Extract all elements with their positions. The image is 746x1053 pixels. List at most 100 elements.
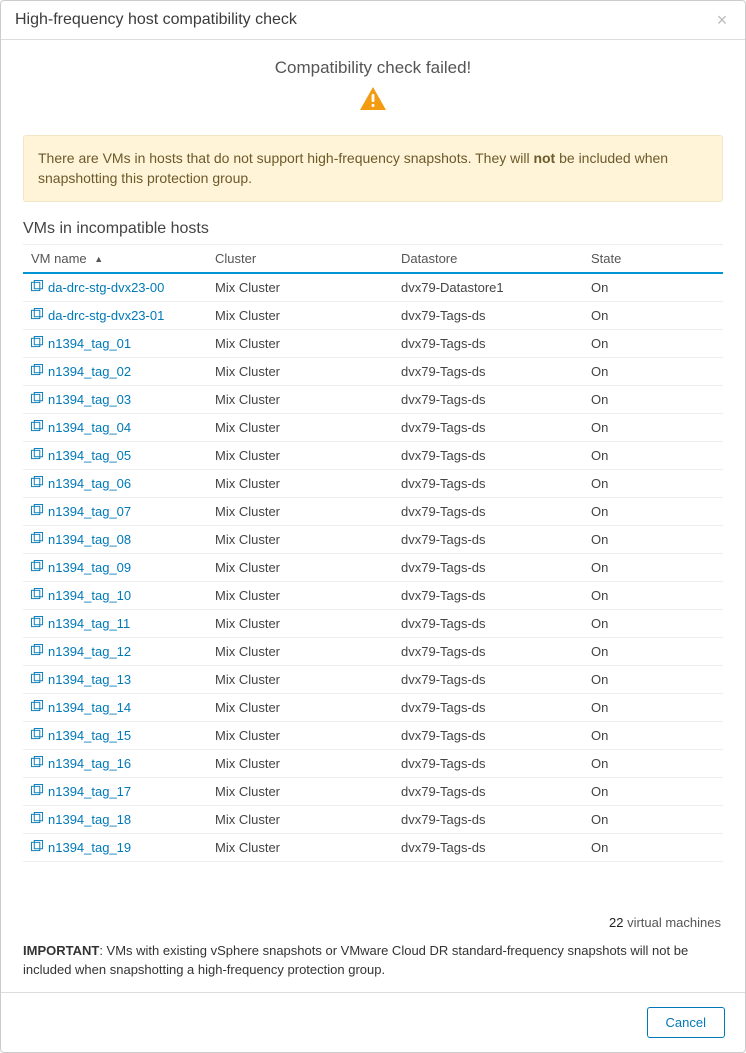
cell-state: On <box>591 588 719 603</box>
warning-banner: There are VMs in hosts that do not suppo… <box>23 135 723 202</box>
vm-name: n1394_tag_02 <box>48 364 131 379</box>
cell-datastore: dvx79-Tags-ds <box>401 672 591 687</box>
vm-icon <box>31 420 44 435</box>
cell-cluster: Mix Cluster <box>215 784 401 799</box>
cell-cluster: Mix Cluster <box>215 644 401 659</box>
vm-icon <box>31 280 44 295</box>
vm-link[interactable]: n1394_tag_04 <box>31 420 131 435</box>
vm-link[interactable]: n1394_tag_03 <box>31 392 131 407</box>
cell-state: On <box>591 644 719 659</box>
cell-state: On <box>591 280 719 295</box>
cell-datastore: dvx79-Tags-ds <box>401 728 591 743</box>
vm-name: n1394_tag_05 <box>48 448 131 463</box>
cell-state: On <box>591 336 719 351</box>
cell-cluster: Mix Cluster <box>215 448 401 463</box>
vm-icon <box>31 784 44 799</box>
vm-link[interactable]: n1394_tag_19 <box>31 840 131 855</box>
table-header: VM name ▲ Cluster Datastore State <box>23 244 723 272</box>
vm-link[interactable]: n1394_tag_10 <box>31 588 131 603</box>
cell-datastore: dvx79-Tags-ds <box>401 308 591 323</box>
cell-state: On <box>591 756 719 771</box>
cell-cluster: Mix Cluster <box>215 476 401 491</box>
vm-name: n1394_tag_17 <box>48 784 131 799</box>
cell-datastore: dvx79-Tags-ds <box>401 448 591 463</box>
vm-link[interactable]: n1394_tag_13 <box>31 672 131 687</box>
column-header-cluster[interactable]: Cluster <box>215 251 401 266</box>
vm-link[interactable]: n1394_tag_12 <box>31 644 131 659</box>
vm-link[interactable]: n1394_tag_09 <box>31 560 131 575</box>
table-row: da-drc-stg-dvx23-01 Mix Clusterdvx79-Tags… <box>23 302 723 330</box>
cell-state: On <box>591 728 719 743</box>
vm-link[interactable]: da-drc-stg-dvx23-00 <box>31 280 164 295</box>
important-note: IMPORTANT: VMs with existing vSphere sna… <box>23 934 723 992</box>
vm-name: da-drc-stg-dvx23-01 <box>48 308 164 323</box>
compatibility-dialog: High-frequency host compatibility check … <box>0 0 746 1053</box>
cell-cluster: Mix Cluster <box>215 532 401 547</box>
vm-link[interactable]: n1394_tag_05 <box>31 448 131 463</box>
cell-cluster: Mix Cluster <box>215 588 401 603</box>
table-row: n1394_tag_04Mix Clusterdvx79-Tags-dsOn <box>23 414 723 442</box>
table-row: n1394_tag_07Mix Clusterdvx79-Tags-dsOn <box>23 498 723 526</box>
vm-icon <box>31 672 44 687</box>
column-header-datastore[interactable]: Datastore <box>401 251 591 266</box>
cell-state: On <box>591 392 719 407</box>
cell-datastore: dvx79-Tags-ds <box>401 336 591 351</box>
table-body[interactable]: da-drc-stg-dvx23-00Mix Clusterdvx79-Data… <box>23 272 723 910</box>
vm-link[interactable]: n1394_tag_16 <box>31 756 131 771</box>
table-row: n1394_tag_16Mix Clusterdvx79-Tags-dsOn <box>23 750 723 778</box>
table-row: n1394_tag_14Mix Clusterdvx79-Tags-dsOn <box>23 694 723 722</box>
close-icon[interactable]: × <box>713 11 731 29</box>
cancel-button[interactable]: Cancel <box>647 1007 725 1038</box>
column-header-state[interactable]: State <box>591 251 719 266</box>
vm-link[interactable]: n1394_tag_14 <box>31 700 131 715</box>
cell-cluster: Mix Cluster <box>215 840 401 855</box>
vm-icon <box>31 728 44 743</box>
vm-link[interactable]: n1394_tag_08 <box>31 532 131 547</box>
cell-state: On <box>591 672 719 687</box>
vm-link[interactable]: n1394_tag_06 <box>31 476 131 491</box>
table-row: n1394_tag_09Mix Clusterdvx79-Tags-dsOn <box>23 554 723 582</box>
vm-link[interactable]: n1394_tag_07 <box>31 504 131 519</box>
cell-cluster: Mix Cluster <box>215 812 401 827</box>
column-header-name[interactable]: VM name ▲ <box>27 251 215 266</box>
vm-link[interactable]: n1394_tag_18 <box>31 812 131 827</box>
vm-link[interactable]: n1394_tag_01 <box>31 336 131 351</box>
cell-datastore: dvx79-Tags-ds <box>401 644 591 659</box>
vm-name: n1394_tag_10 <box>48 588 131 603</box>
cell-cluster: Mix Cluster <box>215 392 401 407</box>
cell-datastore: dvx79-Tags-ds <box>401 588 591 603</box>
cell-cluster: Mix Cluster <box>215 504 401 519</box>
vm-link[interactable]: n1394_tag_11 <box>31 616 130 631</box>
table-row: n1394_tag_10 Mix Clusterdvx79-Tags-dsOn <box>23 582 723 610</box>
cell-state: On <box>591 812 719 827</box>
vm-link[interactable]: n1394_tag_02 <box>31 364 131 379</box>
cell-datastore: dvx79-Datastore1 <box>401 280 591 295</box>
table-row: n1394_tag_08 Mix Clusterdvx79-Tags-dsOn <box>23 526 723 554</box>
cell-state: On <box>591 532 719 547</box>
table-row: n1394_tag_17Mix Clusterdvx79-Tags-dsOn <box>23 778 723 806</box>
table-row: n1394_tag_11Mix Clusterdvx79-Tags-dsOn <box>23 610 723 638</box>
vm-name: n1394_tag_06 <box>48 476 131 491</box>
vm-icon <box>31 476 44 491</box>
dialog-titlebar: High-frequency host compatibility check … <box>1 1 745 40</box>
cell-cluster: Mix Cluster <box>215 700 401 715</box>
vm-icon <box>31 616 44 631</box>
vm-icon <box>31 308 44 323</box>
vm-icon <box>31 336 44 351</box>
table-row: n1394_tag_12 Mix Clusterdvx79-Tags-dsOn <box>23 638 723 666</box>
vm-link[interactable]: da-drc-stg-dvx23-01 <box>31 308 164 323</box>
vm-name: n1394_tag_01 <box>48 336 131 351</box>
vm-name: n1394_tag_18 <box>48 812 131 827</box>
cell-datastore: dvx79-Tags-ds <box>401 532 591 547</box>
table-row: n1394_tag_19Mix Clusterdvx79-Tags-dsOn <box>23 834 723 862</box>
table-row: n1394_tag_13Mix Clusterdvx79-Tags-dsOn <box>23 666 723 694</box>
cell-datastore: dvx79-Tags-ds <box>401 812 591 827</box>
cell-state: On <box>591 560 719 575</box>
cell-cluster: Mix Cluster <box>215 308 401 323</box>
vm-link[interactable]: n1394_tag_15 <box>31 728 131 743</box>
row-count: 22 <box>609 915 623 930</box>
vm-link[interactable]: n1394_tag_17 <box>31 784 131 799</box>
cell-state: On <box>591 364 719 379</box>
vm-name: n1394_tag_07 <box>48 504 131 519</box>
cell-state: On <box>591 700 719 715</box>
